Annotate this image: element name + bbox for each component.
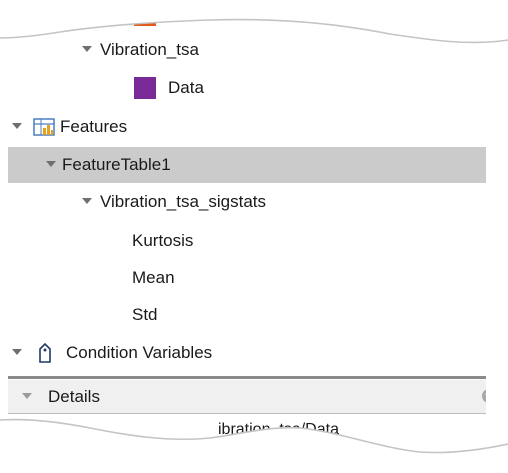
panel-divider[interactable] — [8, 376, 486, 379]
tree-item-label: Data — [168, 78, 204, 97]
tree-item-label: Da — [166, 5, 188, 24]
expand-triangle-icon[interactable] — [82, 46, 92, 52]
tree-item-kurtosis[interactable]: Kurtosis — [8, 223, 486, 259]
tree-item-label: Kurtosis — [132, 231, 194, 250]
tree-item-vibration-tsa-sigstats[interactable]: Vibration_tsa_sigstats — [8, 184, 486, 220]
orange-data-swatch-icon — [134, 4, 156, 26]
tree-item-label: Vibration_tsa_sigstats — [100, 192, 267, 211]
details-body: De ibration_tsa/Data — [8, 415, 486, 445]
tree-item-data-partial[interactable]: Da — [8, 0, 486, 33]
tree-view: Da Vibration_tsa Data Features FeatureTa… — [8, 0, 486, 372]
tree-item-features[interactable]: Features — [8, 109, 486, 145]
tree-item-featuretable1[interactable]: FeatureTable1 — [8, 147, 486, 183]
tree-item-label: Std — [132, 305, 158, 324]
tree-item-label: Features — [60, 117, 128, 136]
details-path-end: ibration_tsa/Data — [218, 421, 339, 438]
tree-item-label: FeatureTable1 — [62, 155, 171, 174]
tree-item-vibration-tsa[interactable]: Vibration_tsa — [8, 32, 486, 68]
details-header[interactable]: Details — [8, 380, 486, 414]
details-options-icon[interactable] — [482, 389, 486, 403]
details-title: Details — [48, 387, 100, 406]
purple-data-swatch-icon — [134, 77, 156, 99]
expand-triangle-icon[interactable] — [12, 123, 22, 129]
tree-item-mean[interactable]: Mean — [8, 260, 486, 296]
data-browser-panel: Da Vibration_tsa Data Features FeatureTa… — [8, 0, 486, 473]
tree-item-std[interactable]: Std — [8, 297, 486, 333]
tree-item-label: Mean — [132, 268, 175, 287]
tree-item-condition-variables[interactable]: Condition Variables — [8, 335, 486, 371]
expand-triangle-icon[interactable] — [46, 161, 56, 167]
collapse-triangle-icon[interactable] — [22, 393, 32, 399]
expand-triangle-icon[interactable] — [12, 349, 22, 355]
condition-tag-icon — [39, 342, 51, 363]
expand-triangle-icon[interactable] — [82, 198, 92, 204]
tree-item-data[interactable]: Data — [8, 70, 486, 106]
details-path-start: De — [12, 421, 33, 438]
feature-table-icon — [33, 118, 55, 136]
tree-item-label: Vibration_tsa — [100, 40, 199, 59]
tree-item-label: Condition Variables — [66, 343, 213, 362]
